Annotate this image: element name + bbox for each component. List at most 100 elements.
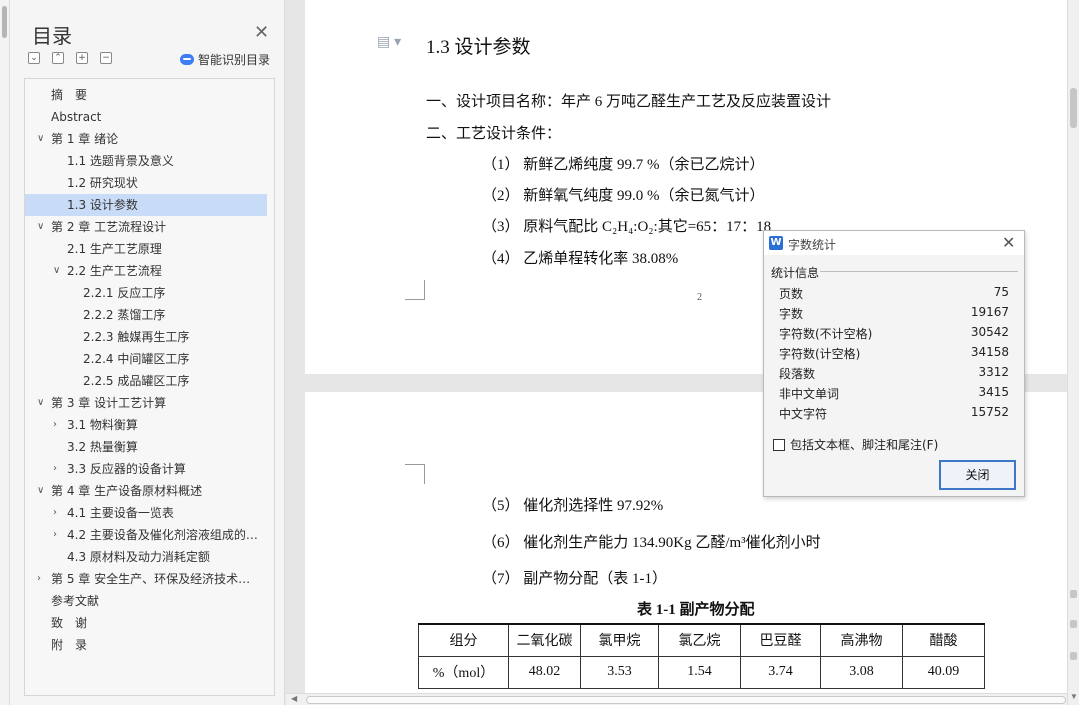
toc-item[interactable]: 2.2.4 中间罐区工序	[25, 348, 274, 370]
byproduct-table: 组分 二氧化碳 氯甲烷 氯乙烷 巴豆醛 高沸物 醋酸 %（mol） 48.02 …	[418, 623, 985, 689]
toc-item[interactable]: ∨ 第 3 章 设计工艺计算	[25, 392, 274, 414]
table-cell: 3.08	[820, 655, 903, 689]
stat-label: 字符数(不计空格)	[779, 327, 873, 341]
toc-item[interactable]: › 4.2 主要设备及催化剂溶液组成的…	[25, 524, 274, 546]
toc-item-label: 2.2.4 中间罐区工序	[83, 352, 190, 366]
toc-item-label: 2.2.2 蒸馏工序	[83, 308, 166, 322]
close-button[interactable]: 关闭	[939, 460, 1016, 490]
dialog-close-icon[interactable]: ✕	[1002, 233, 1015, 252]
toc-item[interactable]: ∨ 2.2 生产工艺流程	[25, 260, 274, 282]
condition-item-3: （3） 原料气配比 C₂H₄:O₂:其它=65：17：18	[482, 219, 772, 235]
toc-item[interactable]: › 第 5 章 安全生产、环保及经济技术…	[25, 568, 274, 590]
expand-plus-icon[interactable]: +	[76, 52, 88, 64]
collapse-down-icon[interactable]: ⌄	[28, 52, 40, 64]
toc-item-label: 致 谢	[51, 616, 88, 630]
collapse-minus-icon[interactable]: −	[100, 52, 112, 64]
stats-section-label: 统计信息	[771, 266, 820, 280]
condition-item-1: （1） 新鲜乙烯纯度 99.7 %（余已乙烷计）	[482, 157, 765, 173]
toc-item[interactable]: ∨ 第 2 章 工艺流程设计	[25, 216, 274, 238]
toc-item[interactable]: 2.2.1 反应工序	[25, 282, 274, 304]
toc-item-label: 第 4 章 生产设备原材料概述	[51, 484, 203, 498]
stat-row: 字符数(计空格) 34158	[779, 345, 1009, 365]
toc-item[interactable]: 1.2 研究现状	[25, 172, 274, 194]
toc-item[interactable]: 1.3 设计参数	[25, 194, 267, 216]
toc-item[interactable]: 2.2.2 蒸馏工序	[25, 304, 274, 326]
section-heading: 1.3 设计参数	[426, 37, 531, 58]
toc-item[interactable]: ∨ 第 4 章 生产设备原材料概述	[25, 480, 274, 502]
stat-label: 字符数(计空格)	[779, 347, 861, 361]
section-divider	[820, 271, 1018, 272]
scroll-marker	[1070, 652, 1077, 660]
toc-item[interactable]: › 3.3 反应器的设备计算	[25, 458, 274, 480]
toc-item[interactable]: 2.1 生产工艺原理	[25, 238, 274, 260]
toc-item[interactable]: Abstract	[25, 106, 274, 128]
toc-item[interactable]: 4.3 原材料及动力消耗定额	[25, 546, 274, 568]
table-cell: 48.02	[508, 655, 581, 689]
page-number: 2	[697, 292, 702, 303]
dialog-titlebar[interactable]: W 字数统计 ✕	[764, 231, 1024, 255]
table-caption: 表 1-1 副产物分配	[637, 602, 755, 618]
wps-app-icon: W	[769, 236, 783, 250]
margin-corner-mark	[405, 280, 425, 300]
dialog-title: 字数统计	[788, 238, 837, 252]
stat-label: 段落数	[779, 367, 816, 381]
chevron-right-icon[interactable]: ›	[53, 458, 57, 480]
toc-item[interactable]: 2.2.5 成品罐区工序	[25, 370, 274, 392]
table-header-cell: 醋酸	[902, 623, 985, 657]
toc-title: 目录	[32, 24, 72, 48]
chevron-down-icon[interactable]: ∨	[37, 392, 44, 414]
toc-item[interactable]: 3.2 热量衡算	[25, 436, 274, 458]
table-cell: 1.54	[658, 655, 741, 689]
chevron-down-icon[interactable]: ∨	[37, 128, 44, 150]
toc-item-label: 2.2.5 成品罐区工序	[83, 374, 190, 388]
toc-item[interactable]: › 3.1 物料衡算	[25, 414, 274, 436]
toc-item-label: 参考文献	[51, 594, 100, 608]
include-textbox-checkbox[interactable]: 包括文本框、脚注和尾注(F)	[773, 436, 938, 453]
document-icon[interactable]: ▤ ▾	[377, 33, 401, 50]
toc-close-icon[interactable]: ✕	[254, 22, 269, 43]
toc-item[interactable]: › 4.1 主要设备一览表	[25, 502, 274, 524]
table-cell: %（mol）	[418, 655, 509, 689]
chevron-right-icon[interactable]: ›	[53, 414, 57, 436]
toc-item[interactable]: 参考文献	[25, 590, 274, 612]
chevron-right-icon[interactable]: ›	[53, 524, 57, 546]
smart-toc-button[interactable]: 智能识别目录	[180, 51, 270, 68]
collapse-up-icon[interactable]: ⌃	[52, 52, 64, 64]
toc-item[interactable]: 摘 要	[25, 84, 274, 106]
toc-item[interactable]: 2.2.3 触媒再生工序	[25, 326, 274, 348]
table-header-cell: 巴豆醛	[740, 623, 821, 657]
toc-item[interactable]: ∨ 第 1 章 绪论	[25, 128, 274, 150]
vertical-scrollbar[interactable]: ▼	[1067, 0, 1079, 705]
left-scroll-strip[interactable]	[0, 0, 10, 705]
chevron-right-icon[interactable]: ›	[53, 502, 57, 524]
chevron-down-icon[interactable]: ∨	[37, 216, 44, 238]
horizontal-scroll-thumb[interactable]	[306, 696, 1066, 704]
table-row: %（mol） 48.02 3.53 1.54 3.74 3.08 40.09	[418, 655, 985, 689]
ai-bubble-icon	[180, 54, 194, 65]
checkbox-box[interactable]	[773, 438, 785, 451]
toc-list: 摘 要 Abstract ∨ 第 1 章 绪论 1.1 选题背景及意义 1.2 研究现状 1…	[24, 78, 275, 696]
horizontal-scrollbar[interactable]: ◀	[286, 693, 1067, 705]
toc-item-label: 2.2.3 触媒再生工序	[83, 330, 190, 344]
chevron-right-icon[interactable]: ›	[37, 568, 41, 590]
vertical-scroll-thumb[interactable]	[1070, 88, 1077, 128]
stat-label: 非中文单词	[779, 387, 840, 401]
project-name-line: 一、设计项目名称：年产 6 万吨乙醛生产工艺及反应装置设计	[426, 94, 832, 110]
stat-value: 15752	[970, 405, 1009, 419]
toc-item[interactable]: 1.1 选题背景及意义	[25, 150, 274, 172]
toc-item[interactable]: 附 录	[25, 634, 274, 656]
toc-item[interactable]: 致 谢	[25, 612, 274, 634]
toc-item-label: 第 3 章 设计工艺计算	[51, 396, 167, 410]
toc-item-label: 1.3 设计参数	[67, 198, 138, 212]
margin-corner-mark	[405, 464, 425, 484]
table-header-row: 组分 二氧化碳 氯甲烷 氯乙烷 巴豆醛 高沸物 醋酸	[418, 623, 985, 657]
condition-item-2: （2） 新鲜氧气纯度 99.0 %（余已氮气计）	[482, 188, 765, 204]
chevron-down-icon[interactable]: ∨	[37, 480, 44, 502]
stat-value: 30542	[970, 325, 1009, 339]
chevron-down-icon[interactable]: ∨	[53, 260, 60, 282]
smart-toc-label: 智能识别目录	[198, 53, 271, 67]
scroll-down-icon[interactable]: ▼	[1070, 692, 1078, 701]
scroll-left-icon[interactable]: ◀	[291, 694, 297, 703]
left-strip-thumb[interactable]	[2, 6, 7, 38]
stat-value: 3415	[978, 385, 1009, 399]
